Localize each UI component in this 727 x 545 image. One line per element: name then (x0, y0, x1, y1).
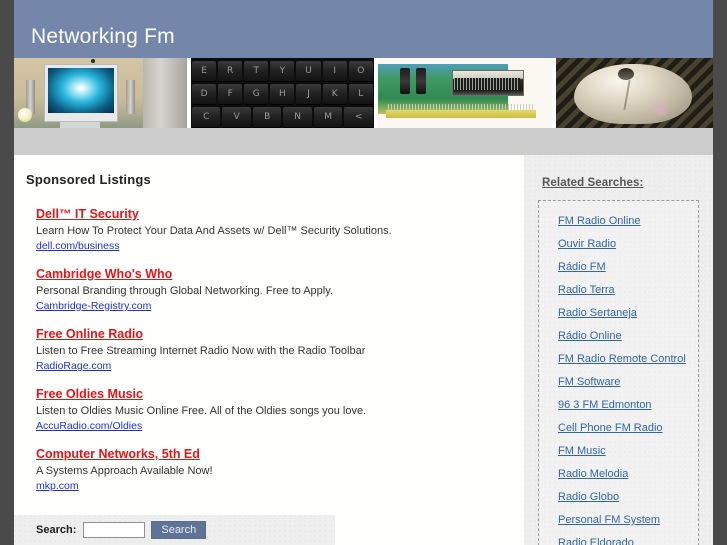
slot-contacts-shape (453, 78, 520, 90)
key-cap: C (191, 107, 221, 127)
sidebar-item-radio-eldorado[interactable]: Radio Eldorado (539, 532, 698, 545)
yellow-connector-shape (385, 110, 536, 118)
monitor-screen-shape (48, 68, 114, 113)
listing-title-link[interactable]: Free Online Radio (36, 327, 143, 342)
sidebar-item-ouvir-radio[interactable]: Ouvir Radio (539, 233, 698, 256)
listing-description: A Systems Approach Available Now! (36, 465, 213, 477)
listing-description: Personal Branding through Global Network… (36, 285, 333, 297)
keyboard-shape: E R T Y U I O D F G H J K L C V B N M < (190, 58, 374, 128)
sidebar-item-radio-fm[interactable]: Rádio FM (539, 256, 698, 279)
key-cap: F (218, 84, 243, 104)
listing-url-link[interactable]: AccuRadio.com/Oldies (36, 420, 142, 433)
monitor-bezel-shape (44, 64, 118, 122)
listing-description: Listen to Free Streaming Internet Radio … (36, 345, 366, 357)
listing-url-link[interactable]: RadioRage.com (36, 360, 111, 373)
computer-tower-shape (143, 58, 188, 128)
related-searches-box: FM Radio Online Ouvir Radio Rádio FM Rad… (538, 200, 699, 545)
sidebar-item-96-3-fm-edmonton[interactable]: 96 3 FM Edmonton (539, 394, 698, 417)
search-button[interactable]: Search (151, 521, 207, 539)
key-cap: J (296, 84, 321, 104)
main-column: Sponsored Listings Dell™ IT Security Lea… (14, 155, 520, 545)
sponsored-listings-list: Dell™ IT Security Learn How To Protect Y… (14, 187, 520, 493)
circuitboard-shape (377, 58, 552, 128)
listing-url-link[interactable]: Cambridge-Registry.com (36, 300, 151, 313)
listing-description: Listen to Oldies Music Online Free. All … (36, 405, 367, 417)
key-cap: B (252, 107, 282, 127)
key-cap: U (296, 61, 321, 81)
capacitor-shape-1 (399, 68, 410, 94)
keyboard-row-1: E R T Y U I O (191, 60, 374, 82)
sidebar-item-radio-sertaneja[interactable]: Radio Sertaneja (539, 302, 698, 325)
monitor-top-dot (91, 59, 95, 63)
sidebar-item-cell-phone-fm-radio[interactable]: Cell Phone FM Radio (539, 417, 698, 440)
search-bar: Search: Search (14, 515, 335, 545)
listing-title-link[interactable]: Dell™ IT Security (36, 207, 139, 222)
sidebar-item-radio-terra[interactable]: Radio Terra (539, 279, 698, 302)
banner-monitor-image (14, 58, 188, 128)
sidebar-title: Related Searches: (542, 177, 644, 189)
sidebar-item-fm-music[interactable]: FM Music (539, 440, 698, 463)
listing-title-link[interactable]: Cambridge Who's Who (36, 267, 172, 282)
key-cap: T (244, 61, 269, 81)
banner-circuitboard-image (377, 58, 552, 128)
mouse-highlight (647, 102, 672, 116)
listing-url-link[interactable]: mkp.com (36, 480, 79, 493)
key-cap: G (244, 84, 269, 104)
capacitor-shape-2 (415, 68, 426, 94)
key-cap: E (191, 61, 217, 81)
key-cap: I (322, 61, 347, 81)
site-title: Networking Fm (31, 25, 175, 48)
site-header: Networking Fm (14, 0, 713, 58)
keyboard-row-2: D F G H J K L (191, 83, 374, 105)
list-item: Free Oldies Music Listen to Oldies Music… (36, 387, 520, 433)
key-cap: N (283, 107, 312, 127)
mouse-wheel-shape (617, 68, 634, 80)
list-item: Dell™ IT Security Learn How To Protect Y… (36, 207, 520, 253)
content-area: Sponsored Listings Dell™ IT Security Lea… (14, 155, 713, 545)
key-cap: L (348, 84, 373, 104)
related-searches-sidebar: Related Searches: FM Radio Online Ouvir … (524, 155, 713, 545)
banner-image-strip: E R T Y U I O D F G H J K L C V B N M < (14, 58, 713, 128)
sidebar-item-personal-fm-system[interactable]: Personal FM System (539, 509, 698, 532)
sidebar-item-radio-online[interactable]: Rádio Online (539, 325, 698, 348)
key-cap: V (222, 107, 251, 127)
key-cap: < (344, 107, 373, 127)
key-cap: Y (270, 61, 295, 81)
speaker-right-shape (126, 80, 135, 114)
nav-bar (14, 128, 713, 155)
search-input[interactable] (83, 522, 146, 538)
page-container: Networking Fm E R T Y U I O D F G H J K … (14, 0, 713, 545)
keyboard-row-3: C V B N M < (191, 106, 374, 128)
sidebar-item-radio-melodia[interactable]: Radio Melodia (539, 463, 698, 486)
key-cap: O (348, 61, 373, 81)
listing-description: Learn How To Protect Your Data And Asset… (36, 225, 392, 237)
search-label: Search: (36, 524, 77, 536)
sidebar-item-fm-radio-online[interactable]: FM Radio Online (539, 210, 698, 233)
listing-title-link[interactable]: Free Oldies Music (36, 387, 143, 402)
key-cap: D (191, 84, 217, 104)
sidebar-item-radio-globo[interactable]: Radio Globo (539, 486, 698, 509)
lamp-shape (18, 108, 32, 122)
key-cap: M (313, 107, 343, 127)
key-cap: R (218, 61, 243, 81)
sidebar-item-fm-software[interactable]: FM Software (539, 371, 698, 394)
mouse-backdrop (555, 58, 713, 128)
banner-keyboard-image: E R T Y U I O D F G H J K L C V B N M < (190, 58, 374, 128)
sidebar-item-fm-radio-remote-control[interactable]: FM Radio Remote Control (539, 348, 698, 371)
listing-url-link[interactable]: dell.com/business (36, 240, 119, 253)
banner-mouse-image (555, 58, 713, 128)
page-title: Sponsored Listings (26, 172, 151, 187)
listing-title-link[interactable]: Computer Networks, 5th Ed (36, 447, 200, 462)
list-item: Cambridge Who's Who Personal Branding th… (36, 267, 520, 313)
key-cap: K (322, 84, 347, 104)
list-item: Free Online Radio Listen to Free Streami… (36, 327, 520, 373)
key-cap: H (270, 84, 295, 104)
list-item: Computer Networks, 5th Ed A Systems Appr… (36, 447, 520, 493)
